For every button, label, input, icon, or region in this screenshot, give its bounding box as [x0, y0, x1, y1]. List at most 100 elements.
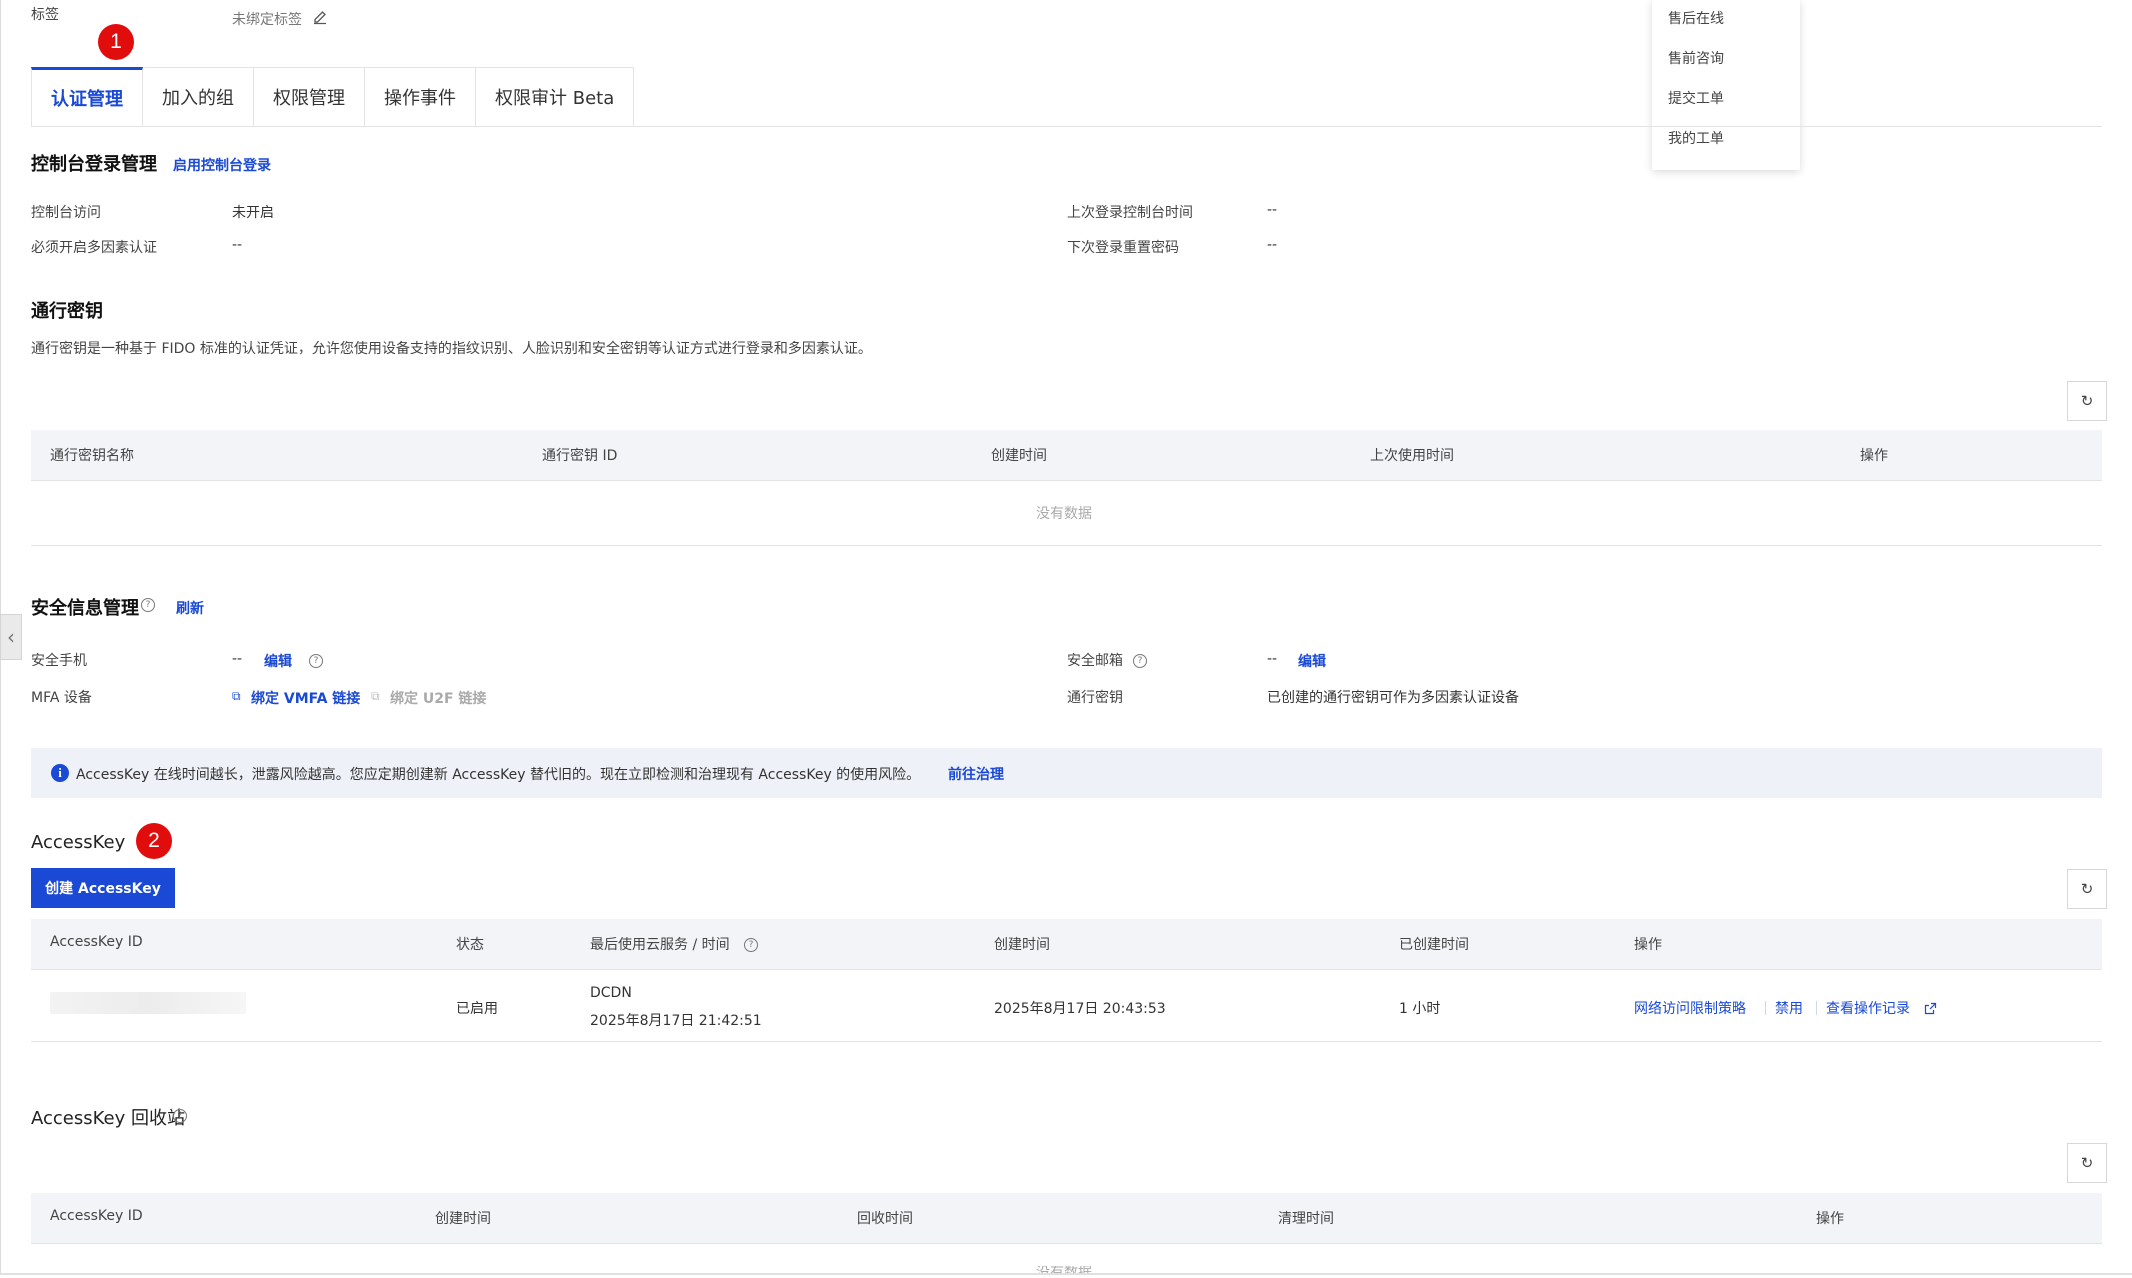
action-separator — [1816, 1001, 1817, 1015]
passkey-col-name: 通行密钥名称 — [50, 448, 134, 464]
tab-permissions[interactable]: 权限管理 — [254, 67, 365, 127]
govern-link[interactable]: 前往治理 — [948, 764, 1004, 784]
enable-console-login-link[interactable]: 启用控制台登录 — [173, 155, 271, 175]
passkey-field-label: 通行密钥 — [1067, 690, 1123, 706]
tags-label: 标签 — [31, 7, 59, 23]
console-access-value: 未开启 — [232, 205, 274, 221]
ak-last-service: DCDN — [590, 985, 632, 1001]
ak-age: 1 小时 — [1399, 1001, 1441, 1017]
help-icon[interactable]: ? — [1133, 654, 1147, 668]
support-menu: 售后在线 售前咨询 提交工单 我的工单 — [1652, 0, 1800, 170]
tab-bar: 认证管理 加入的组 权限管理 操作事件 权限审计 Beta — [31, 67, 635, 127]
passkey-empty-text: 没有数据 — [1036, 506, 1092, 522]
ak-last-time: 2025年8月17日 21:42:51 — [590, 1013, 762, 1029]
mfa-required-value: -- — [232, 237, 243, 253]
passkey-description: 通行密钥是一种基于 FIDO 标准的认证凭证，允许您使用设备支持的指纹识别、人脸… — [31, 341, 872, 357]
action-separator — [1765, 1001, 1766, 1015]
help-icon[interactable]: ? — [141, 598, 155, 612]
help-icon[interactable]: ? — [309, 654, 323, 668]
recycle-col-created: 创建时间 — [435, 1211, 491, 1227]
accesskey-table-header: AccessKey ID 状态 最后使用云服务 / 时间 ? 创建时间 已创建时… — [31, 919, 2102, 970]
passkey-table-header: 通行密钥名称 通行密钥 ID 创建时间 上次使用时间 操作 — [31, 430, 2102, 481]
ak-col-status: 状态 — [456, 937, 484, 953]
recycle-refresh-button[interactable]: ↻ — [2067, 1143, 2107, 1183]
info-icon: i — [51, 764, 69, 782]
collapse-sidebar-handle[interactable]: ‹ — [0, 614, 22, 660]
ak-created: 2025年8月17日 20:43:53 — [994, 1001, 1166, 1017]
page: ‹ 标签 未绑定标签 售后在线 售前咨询 提交工单 我的工单 1 认证管理 加入… — [0, 0, 2112, 1275]
last-login-label: 上次登录控制台时间 — [1067, 205, 1193, 221]
mfa-device-label: MFA 设备 — [31, 690, 92, 706]
passkey-table-bottom — [31, 545, 2102, 546]
ak-col-id: AccessKey ID — [50, 934, 143, 950]
help-icon[interactable]: ? — [173, 1109, 187, 1123]
disable-link[interactable]: 禁用 — [1775, 998, 1803, 1018]
refresh-icon: ↻ — [2080, 1154, 2094, 1172]
help-icon[interactable]: ? — [744, 938, 758, 952]
passkey-col-created: 创建时间 — [991, 448, 1047, 464]
ak-col-created: 创建时间 — [994, 937, 1050, 953]
edit-phone-link[interactable]: 编辑 — [264, 651, 292, 671]
annotation-badge-2: 2 — [136, 823, 172, 859]
ak-col-actions: 操作 — [1634, 937, 1662, 953]
accesskey-table-bottom — [31, 1041, 2102, 1042]
security-info-title: 安全信息管理 — [31, 598, 139, 619]
link-icon: ⧉ — [371, 689, 380, 703]
passkey-col-id: 通行密钥 ID — [542, 448, 618, 464]
console-login-title: 控制台登录管理 — [31, 154, 157, 175]
tab-authentication[interactable]: 认证管理 — [31, 67, 143, 127]
recycle-table-header: AccessKey ID 创建时间 回收时间 清理时间 操作 — [31, 1193, 2102, 1244]
menu-item-after-sales[interactable]: 售后在线 — [1668, 8, 1724, 28]
passkey-title: 通行密钥 — [31, 301, 103, 322]
chevron-left-icon: ‹ — [7, 625, 15, 649]
create-accesskey-button[interactable]: 创建 AccessKey — [31, 868, 175, 908]
ak-col-age: 已创建时间 — [1399, 937, 1469, 953]
accesskey-refresh-button[interactable]: ↻ — [2067, 869, 2107, 909]
passkey-refresh-button[interactable]: ↻ — [2067, 381, 2107, 421]
recycle-col-actions: 操作 — [1816, 1211, 1844, 1227]
tabs-divider — [620, 126, 2102, 127]
security-refresh-link[interactable]: 刷新 — [176, 598, 204, 618]
page-bottom-border — [0, 1273, 2132, 1275]
security-phone-label: 安全手机 — [31, 653, 87, 669]
edit-tags-icon[interactable] — [312, 9, 328, 25]
refresh-icon: ↻ — [2080, 392, 2094, 410]
menu-item-my-tickets[interactable]: 我的工单 — [1668, 128, 1724, 148]
mfa-required-label: 必须开启多因素认证 — [31, 240, 157, 256]
bind-u2f-link-disabled[interactable]: 绑定 U2F 链接 — [390, 688, 486, 708]
last-login-value: -- — [1267, 202, 1278, 218]
masked-accesskey-id — [50, 992, 246, 1014]
tab-events[interactable]: 操作事件 — [365, 67, 476, 127]
reset-password-label: 下次登录重置密码 — [1067, 240, 1179, 256]
recycle-title: AccessKey 回收站 — [31, 1108, 185, 1129]
accesskey-title: AccessKey — [31, 832, 126, 853]
security-phone-value: -- — [232, 651, 243, 667]
passkey-col-actions: 操作 — [1860, 448, 1888, 464]
tags-value: 未绑定标签 — [232, 12, 302, 28]
passkey-col-last-used: 上次使用时间 — [1370, 448, 1454, 464]
external-link-icon — [1924, 1002, 1937, 1015]
recycle-col-recycled: 回收时间 — [857, 1211, 913, 1227]
bind-vmfa-link[interactable]: 绑定 VMFA 链接 — [251, 688, 360, 708]
notice-text: AccessKey 在线时间越长，泄露风险越高。您应定期创建新 AccessKe… — [76, 767, 921, 783]
security-email-value: -- — [1267, 651, 1278, 667]
edit-email-link[interactable]: 编辑 — [1298, 651, 1326, 671]
link-icon: ⧉ — [232, 689, 241, 703]
menu-item-submit-ticket[interactable]: 提交工单 — [1668, 88, 1724, 108]
accesskey-notice-bar: i AccessKey 在线时间越长，泄露风险越高。您应定期创建新 Access… — [31, 748, 2102, 798]
tab-permission-audit[interactable]: 权限审计 Beta — [476, 67, 635, 127]
tab-groups[interactable]: 加入的组 — [143, 67, 254, 127]
recycle-empty-text: 没有数据 — [1036, 1266, 1092, 1273]
ak-col-last-used: 最后使用云服务 / 时间 — [590, 937, 730, 953]
console-access-label: 控制台访问 — [31, 205, 101, 221]
annotation-badge-1: 1 — [98, 24, 134, 60]
network-policy-link[interactable]: 网络访问限制策略 — [1634, 998, 1746, 1018]
ak-status: 已启用 — [456, 1001, 498, 1017]
refresh-icon: ↻ — [2080, 880, 2094, 898]
menu-item-pre-sales[interactable]: 售前咨询 — [1668, 48, 1724, 68]
security-email-label: 安全邮箱 — [1067, 653, 1123, 669]
recycle-col-id: AccessKey ID — [50, 1208, 143, 1224]
view-logs-link[interactable]: 查看操作记录 — [1826, 998, 1910, 1018]
reset-password-value: -- — [1267, 237, 1278, 253]
passkey-field-value: 已创建的通行密钥可作为多因素认证设备 — [1267, 690, 1519, 706]
